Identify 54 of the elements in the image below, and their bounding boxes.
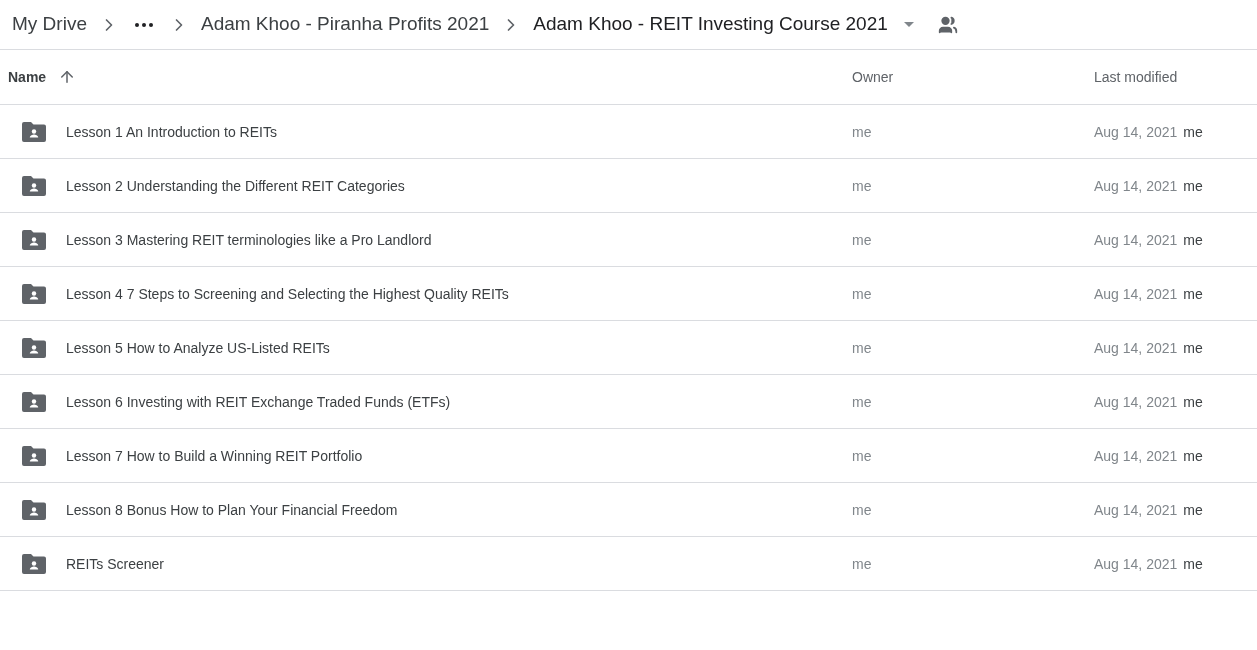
column-header[interactable]: Owner [852,67,894,87]
owner-cell: me [852,123,872,140]
breadcrumb-link[interactable]: Adam Khoo - Piranha Profits 2021 [200,10,490,39]
current-folder-button[interactable]: Adam Khoo - REIT Investing Course 2021 [533,10,888,39]
modified-date: Aug 14, 2021 [1094,392,1178,412]
modified-date: Aug 14, 2021 [1094,500,1178,520]
modified-date: Aug 14, 2021 [1094,338,1178,358]
folder-name[interactable]: Lesson 2 Understanding the Different REIT Categories [66,175,405,196]
column-header[interactable]: Last modified [1094,67,1178,87]
modified-by: me [1183,554,1203,574]
breadcrumb-link[interactable]: My Drive [12,10,87,39]
folder-name[interactable]: Lesson 5 How to Analyze US-Listed REITs [66,337,330,358]
shared-folder-icon [22,283,46,304]
owner-cell: me [852,339,872,356]
owner-cell: me [852,231,872,248]
modified-by: me [1183,176,1203,196]
shared-folder-icon [22,445,46,466]
modified-by: me [1183,500,1203,520]
shared-users-icon [937,14,958,35]
dropdown-caret-icon[interactable] [903,22,914,27]
owner-cell: me [852,555,872,572]
modified-by: me [1183,338,1203,358]
folder-name[interactable]: Lesson 8 Bonus How to Plan Your Financial Freedom [66,499,398,520]
shared-folder-icon [22,175,46,196]
shared-folder-icon [22,229,46,250]
modified-date: Aug 14, 2021 [1094,122,1178,142]
owner-cell: me [852,447,872,464]
shared-folder-icon [22,337,46,358]
modified-date: Aug 14, 2021 [1094,284,1178,304]
folder-name[interactable]: Lesson 6 Investing with REIT Exchange Traded Funds (ETFs) [66,391,451,412]
owner-cell: me [852,285,872,302]
more-icon [134,22,153,27]
column-header[interactable]: Name [8,67,47,87]
modified-by: me [1183,284,1203,304]
owner-cell: me [852,177,872,194]
folder-name[interactable]: Lesson 1 An Introduction to REITs [66,121,277,142]
folder-name[interactable]: Lesson 4 7 Steps to Screening and Selecting the Highest Quality REITs [66,283,509,304]
modified-by: me [1183,392,1203,412]
shared-folder-icon [22,391,46,412]
owner-cell: me [852,501,872,518]
modified-by: me [1183,122,1203,142]
shared-folder-icon [22,553,46,574]
modified-date: Aug 14, 2021 [1094,230,1178,250]
shared-folder-icon [22,499,46,520]
folder-name[interactable]: Lesson 3 Mastering REIT terminologies like a Pro Landlord [66,229,432,250]
modified-date: Aug 14, 2021 [1094,554,1178,574]
folder-name[interactable]: REITs Screener [66,553,165,574]
modified-by: me [1183,230,1203,250]
modified-date: Aug 14, 2021 [1094,176,1178,196]
modified-by: me [1183,446,1203,466]
owner-cell: me [852,393,872,410]
shared-folder-icon [22,121,46,142]
modified-date: Aug 14, 2021 [1094,446,1178,466]
folder-name[interactable]: Lesson 7 How to Build a Winning REIT Portfolio [66,445,363,466]
